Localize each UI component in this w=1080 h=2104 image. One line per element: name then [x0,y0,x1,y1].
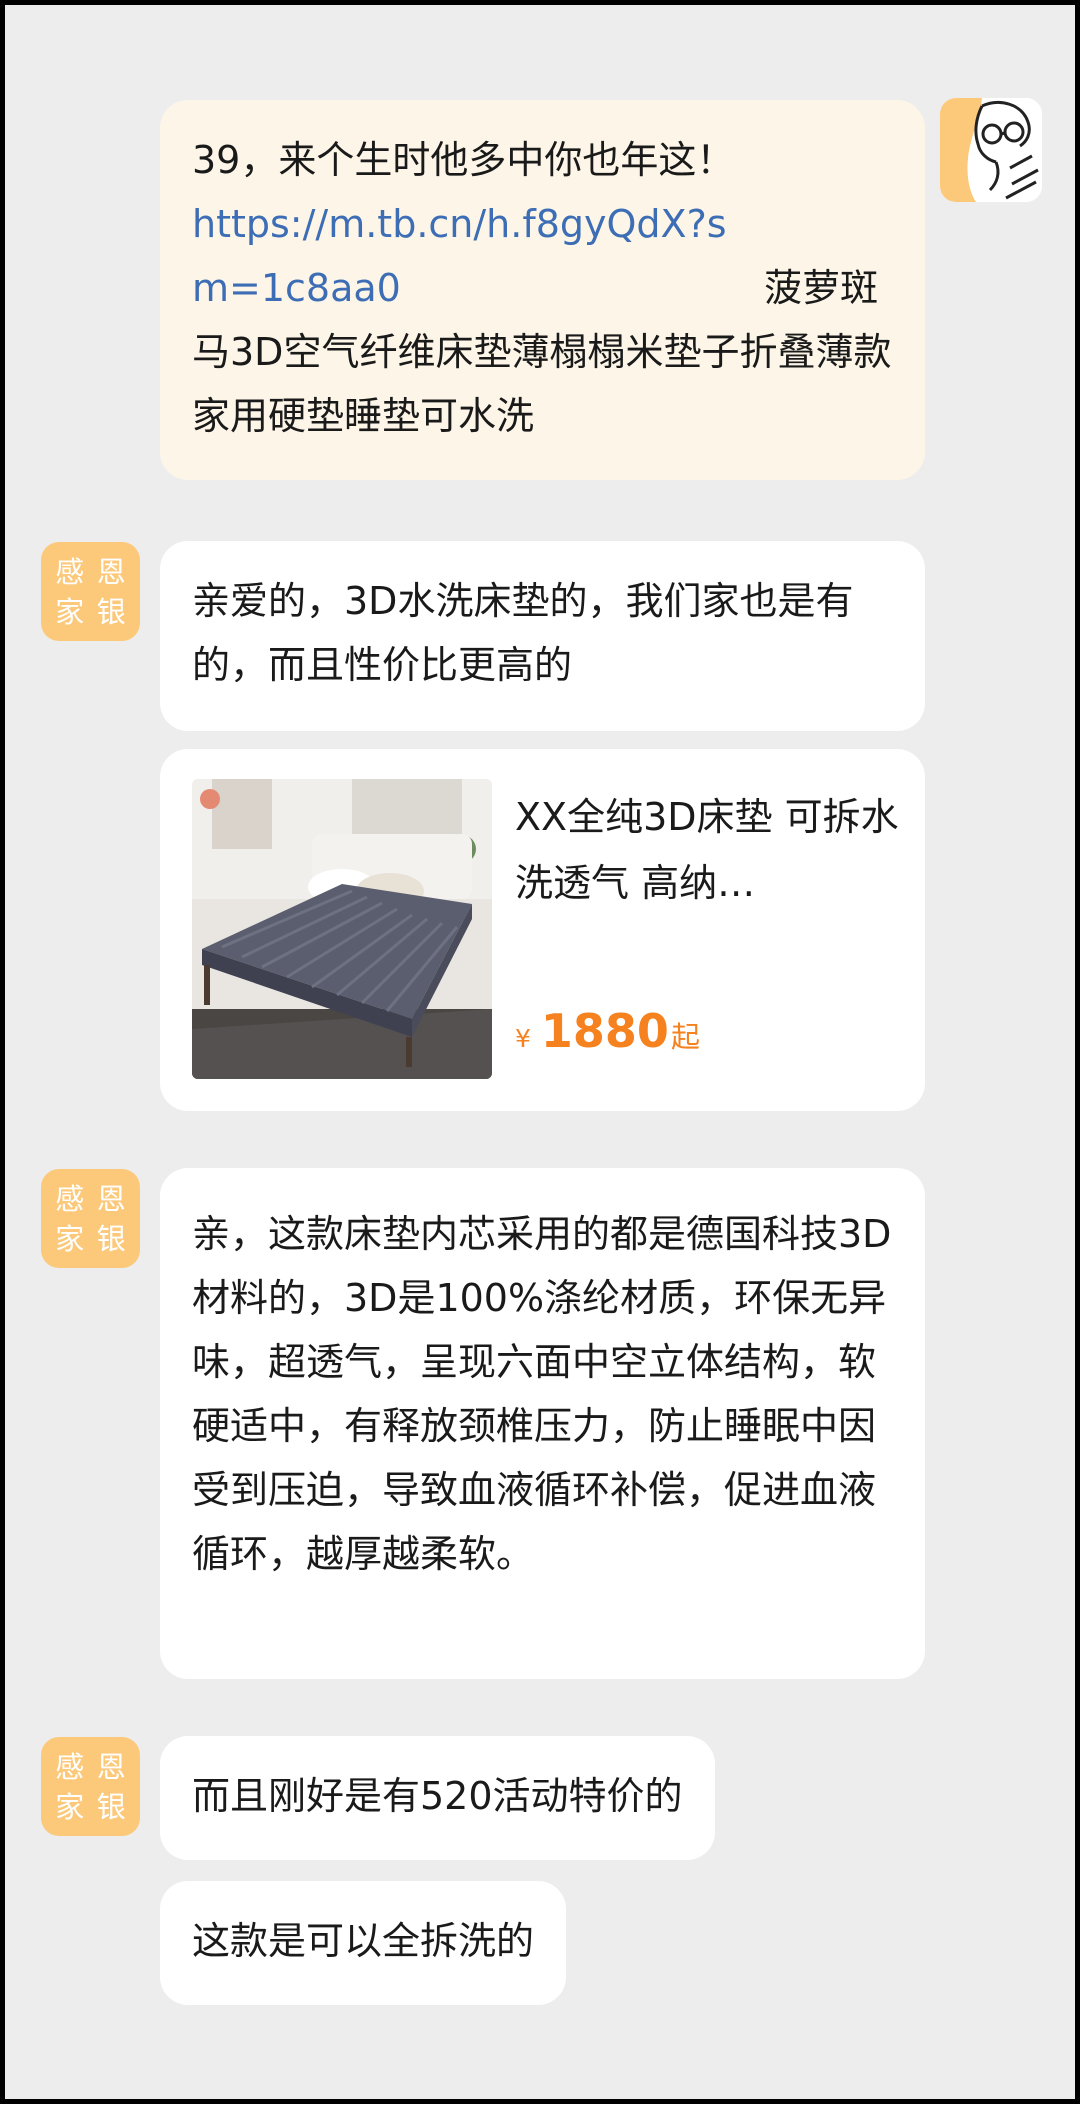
product-image[interactable] [192,779,492,1079]
shop-message: 这款是可以全拆洗的 [160,1881,567,2005]
shop-avatar[interactable]: 感 恩 家 银 [41,542,140,641]
shop-avatar-char: 家 [55,595,85,629]
product-link[interactable]: https://m.tb.cn/h.f8gyQdX?sm=1c8aa0 [192,192,752,320]
product-price: ¥ 1880 起 [515,1004,700,1058]
shop-avatar-char: 银 [96,1790,126,1824]
product-card[interactable]: XX全纯3D床垫 可拆水洗透气 高纳… ¥ 1880 起 [160,749,925,1111]
shop-avatar-char: 家 [55,1222,85,1256]
user-message-intro: 39，来个生时他多中你也年这！ [192,138,735,182]
shop-avatar-char: 恩 [96,1750,126,1784]
price-suffix: 起 [670,1020,700,1054]
shop-avatar-char: 恩 [96,555,126,589]
cartoon-person-with-glasses-icon [940,98,1042,202]
price-currency: ¥ [515,1024,531,1053]
user-avatar[interactable] [940,98,1042,202]
shop-message: 而且刚好是有520活动特价的 [160,1736,715,1860]
shop-avatar-char: 银 [96,595,126,629]
shop-avatar[interactable]: 感 恩 家 银 [41,1169,140,1268]
shop-avatar-char: 恩 [96,1182,126,1216]
shop-message-text: 这款是可以全拆洗的 [192,1919,535,1963]
shop-message: 亲爱的，3D水洗床垫的，我们家也是有的，而且性价比更高的 [160,541,925,731]
shop-avatar-char: 感 [55,1750,85,1784]
shop-avatar-char: 感 [55,1182,85,1216]
shop-avatar-char: 感 [55,555,85,589]
chat-window: 39，来个生时他多中你也年这！ https://m.tb.cn/h.f8gyQd… [5,5,1075,2099]
shop-avatar-char: 银 [96,1222,126,1256]
shop-avatar[interactable]: 感 恩 家 银 [41,1737,140,1836]
shop-message-text: 亲爱的，3D水洗床垫的，我们家也是有的，而且性价比更高的 [192,579,854,687]
shop-message-text: 亲，这款床垫内芯采用的都是德国科技3D材料的，3D是100%涤纶材质，环保无异味… [192,1212,892,1576]
mattress-bed-image-icon [192,779,492,1079]
product-title[interactable]: XX全纯3D床垫 可拆水洗透气 高纳… [515,784,900,916]
user-link-message: 39，来个生时他多中你也年这！ https://m.tb.cn/h.f8gyQd… [160,100,925,480]
shop-message: 亲，这款床垫内芯采用的都是德国科技3D材料的，3D是100%涤纶材质，环保无异味… [160,1168,925,1679]
shop-message-text: 而且刚好是有520活动特价的 [192,1774,683,1818]
shop-avatar-char: 家 [55,1790,85,1824]
price-value: 1880 [540,1004,669,1058]
